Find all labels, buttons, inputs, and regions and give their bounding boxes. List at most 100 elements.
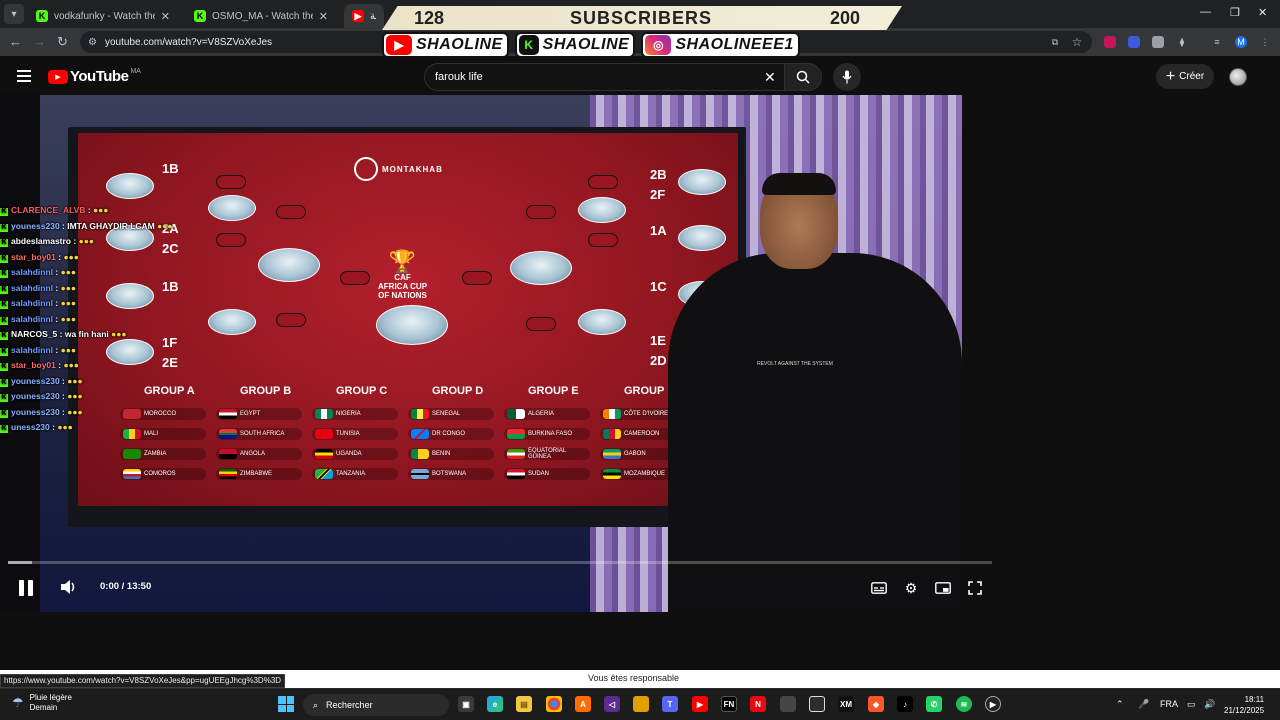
site-info-icon[interactable]: ⚙ [88, 37, 97, 48]
afcon-logo: 🏆 CAF AFRICA CUP OF NATIONS [378, 251, 427, 301]
team-name: COMOROS [144, 471, 176, 477]
search-icon: ⌕ [313, 699, 319, 710]
start-button[interactable] [278, 696, 294, 712]
bracket-slot [526, 317, 556, 331]
brave-icon[interactable]: ◆ [868, 696, 884, 712]
flag-icon [315, 429, 333, 439]
speaker-icon[interactable]: 🔊 [1204, 699, 1215, 710]
clock[interactable]: 18:11 21/12/2025 [1224, 694, 1264, 716]
edge-icon[interactable]: e [487, 696, 503, 712]
whatsapp-icon[interactable]: ✆ [926, 696, 942, 712]
netflix-icon[interactable]: N [750, 696, 766, 712]
profile-avatar-icon[interactable]: M [1235, 36, 1247, 48]
team-row: ZIMBABWE [216, 468, 302, 480]
miniplayer-button[interactable] [934, 579, 952, 597]
file-explorer-icon[interactable]: ▤ [516, 696, 532, 712]
youtube-icon: ▶ [386, 35, 412, 55]
app-icon[interactable] [809, 696, 825, 712]
app-icon[interactable]: A [575, 696, 591, 712]
cast-icon[interactable]: ⧉ [1049, 36, 1061, 48]
visual-studio-icon[interactable]: ◁ [604, 696, 620, 712]
browser-tab-active[interactable]: ▶ بطولة [344, 4, 384, 28]
social-kick: K SHAOLINE [514, 32, 636, 58]
subtitles-button[interactable] [870, 579, 888, 597]
search-button[interactable] [784, 63, 822, 91]
extensions-puzzle-icon[interactable]: ⧫ [1176, 36, 1188, 48]
seed-label: 1A [650, 223, 667, 238]
close-tab-icon[interactable]: ✕ [161, 10, 170, 23]
youtube-icon[interactable]: ▶ [692, 696, 708, 712]
pause-button[interactable] [19, 580, 35, 596]
youtube-logo[interactable]: ▶ YouTube MA [48, 68, 141, 85]
team-row: TUNISIA [312, 428, 398, 440]
account-avatar[interactable] [1229, 68, 1247, 86]
create-button[interactable]: + Créer [1156, 64, 1214, 89]
extension-icon[interactable] [1104, 36, 1116, 48]
chat-line: Kstar_boy01 : ●●● [0, 250, 260, 266]
create-label: Créer [1179, 71, 1205, 82]
link-status-url: https://www.youtube.com/watch?v=V8SZVoXe… [0, 674, 286, 688]
stadium-image [258, 248, 320, 282]
chat-line: Ksalahdinnl : ●●● [0, 281, 260, 297]
extension-icon[interactable] [1128, 36, 1140, 48]
chat-line: K NARCOS_5 : wa fin hani ●●● [0, 327, 260, 343]
restore-icon[interactable]: ❐ [1230, 6, 1240, 19]
close-tab-icon[interactable]: ✕ [319, 10, 328, 23]
app-icon[interactable] [633, 696, 649, 712]
back-icon[interactable]: ← [9, 34, 22, 49]
extension-icon[interactable] [1152, 36, 1164, 48]
taskbar-search[interactable]: ⌕ Rechercher [303, 694, 449, 716]
flag-icon [507, 409, 525, 419]
weather-widget[interactable]: ☂ Pluie légère Demain [12, 693, 72, 713]
flag-icon [123, 449, 141, 459]
chat-separator: : [53, 267, 61, 277]
seed-label: 2F [650, 187, 666, 202]
presenter-hair [762, 173, 836, 195]
video-player[interactable]: MONTAKHAB 🏆 CAF AFRICA CUP OF NATIONS 1B… [0, 95, 962, 612]
network-icon[interactable]: ▭ [1187, 699, 1196, 710]
language-indicator[interactable]: FRA [1160, 699, 1178, 709]
close-window-icon[interactable]: ✕ [1258, 6, 1267, 19]
taskbar-search-label: Rechercher [326, 700, 373, 710]
settings-button[interactable]: ⚙ [902, 579, 920, 597]
minimize-icon[interactable]: — [1200, 6, 1211, 18]
hamburger-menu-icon[interactable] [17, 70, 31, 82]
team-row: EQUATORIAL GUINEA [504, 448, 590, 460]
logo-text: YouTube [70, 68, 129, 85]
bookmark-star-icon[interactable]: ☆ [1071, 35, 1083, 49]
team-name: ZIMBABWE [240, 471, 273, 477]
bracket-slot [462, 271, 492, 285]
emote-icon: ●●● [78, 236, 94, 246]
forward-icon[interactable]: → [33, 34, 46, 49]
app-icon[interactable]: FN [721, 696, 737, 712]
show-hidden-icons[interactable]: ⌃ [1116, 699, 1124, 710]
progress-bar[interactable] [8, 561, 992, 564]
voice-search-button[interactable] [833, 63, 861, 91]
volume-button[interactable] [60, 579, 80, 597]
browser-tab[interactable]: K OSMO_MA - Watch the VOD o ✕ [186, 4, 336, 28]
tiktok-icon[interactable]: ♪ [897, 696, 913, 712]
app-icon[interactable] [780, 696, 796, 712]
search-input[interactable]: farouk life [424, 63, 786, 91]
teams-icon[interactable]: T [662, 696, 678, 712]
task-view-icon[interactable]: ▣ [458, 696, 474, 712]
chat-username: youness230 [11, 220, 60, 231]
social-handle: SHAOLINE [542, 36, 630, 53]
clear-search-icon[interactable]: ✕ [764, 69, 776, 86]
tab-list-button[interactable]: ▾ [4, 4, 24, 24]
reading-list-icon[interactable]: ≡ [1211, 36, 1223, 48]
kick-icon: K [194, 10, 206, 22]
spotify-icon[interactable]: ≋ [956, 696, 972, 712]
microphone-icon[interactable]: 🎤 [1138, 699, 1149, 710]
seed-label: 1C [650, 279, 667, 294]
kick-badge-icon: K [0, 270, 8, 278]
app-icon[interactable]: XM [838, 696, 854, 712]
more-menu-icon[interactable]: ⋮ [1259, 36, 1271, 48]
reload-icon[interactable]: ↻ [57, 34, 68, 50]
chat-line: Ksalahdinnl : ●●● [0, 296, 260, 312]
media-player-icon[interactable]: ▶ [985, 696, 1001, 712]
team-row: UGANDA [312, 448, 398, 460]
browser-tab[interactable]: K vodkafunky - Watch the VOD o ✕ [28, 4, 178, 28]
fullscreen-button[interactable] [966, 579, 984, 597]
chrome-icon[interactable] [546, 696, 562, 712]
